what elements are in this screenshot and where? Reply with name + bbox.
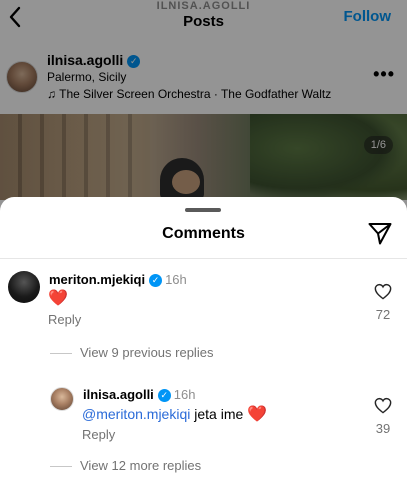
heart-emoji: ❤️ — [247, 406, 268, 423]
verified-icon: ✓ — [157, 389, 171, 402]
reply-button[interactable]: Reply — [48, 312, 81, 327]
comment-text: ❤️ — [48, 290, 68, 307]
verified-icon: ✓ — [149, 274, 163, 287]
drag-handle[interactable] — [185, 208, 221, 212]
heart-icon[interactable] — [374, 283, 392, 300]
reply-username-text: ilnisa.agolli — [83, 387, 154, 402]
send-icon[interactable] — [367, 220, 393, 246]
view-more-replies[interactable]: View 12 more replies — [80, 458, 201, 473]
reply-body: jeta ime — [190, 406, 248, 422]
comments-sheet: Comments meriton.mjekiqi ✓ 16h ❤️ Reply 72… — [0, 197, 407, 477]
comments-title: Comments — [162, 225, 245, 242]
comment-username-text: meriton.mjekiqi — [49, 272, 146, 287]
mention-link[interactable]: @meriton.mjekiqi — [82, 406, 190, 422]
avatar[interactable] — [8, 271, 40, 303]
reply-button[interactable]: Reply — [82, 427, 115, 442]
like-count: 72 — [375, 307, 391, 322]
reply-username[interactable]: ilnisa.agolli ✓ 16h — [83, 387, 196, 402]
view-previous-replies[interactable]: View 9 previous replies — [80, 345, 213, 360]
comment-username[interactable]: meriton.mjekiqi ✓ 16h — [49, 272, 187, 287]
like-count: 39 — [375, 421, 391, 436]
divider — [0, 258, 407, 259]
reply-text: @meriton.mjekiqi jeta ime ❤️ — [82, 404, 267, 424]
reply-time: 16h — [173, 387, 196, 402]
comment-time: 16h — [165, 272, 187, 287]
heart-icon[interactable] — [374, 397, 392, 414]
avatar[interactable] — [50, 387, 74, 411]
divider-line — [50, 353, 72, 354]
divider-line — [50, 466, 72, 467]
